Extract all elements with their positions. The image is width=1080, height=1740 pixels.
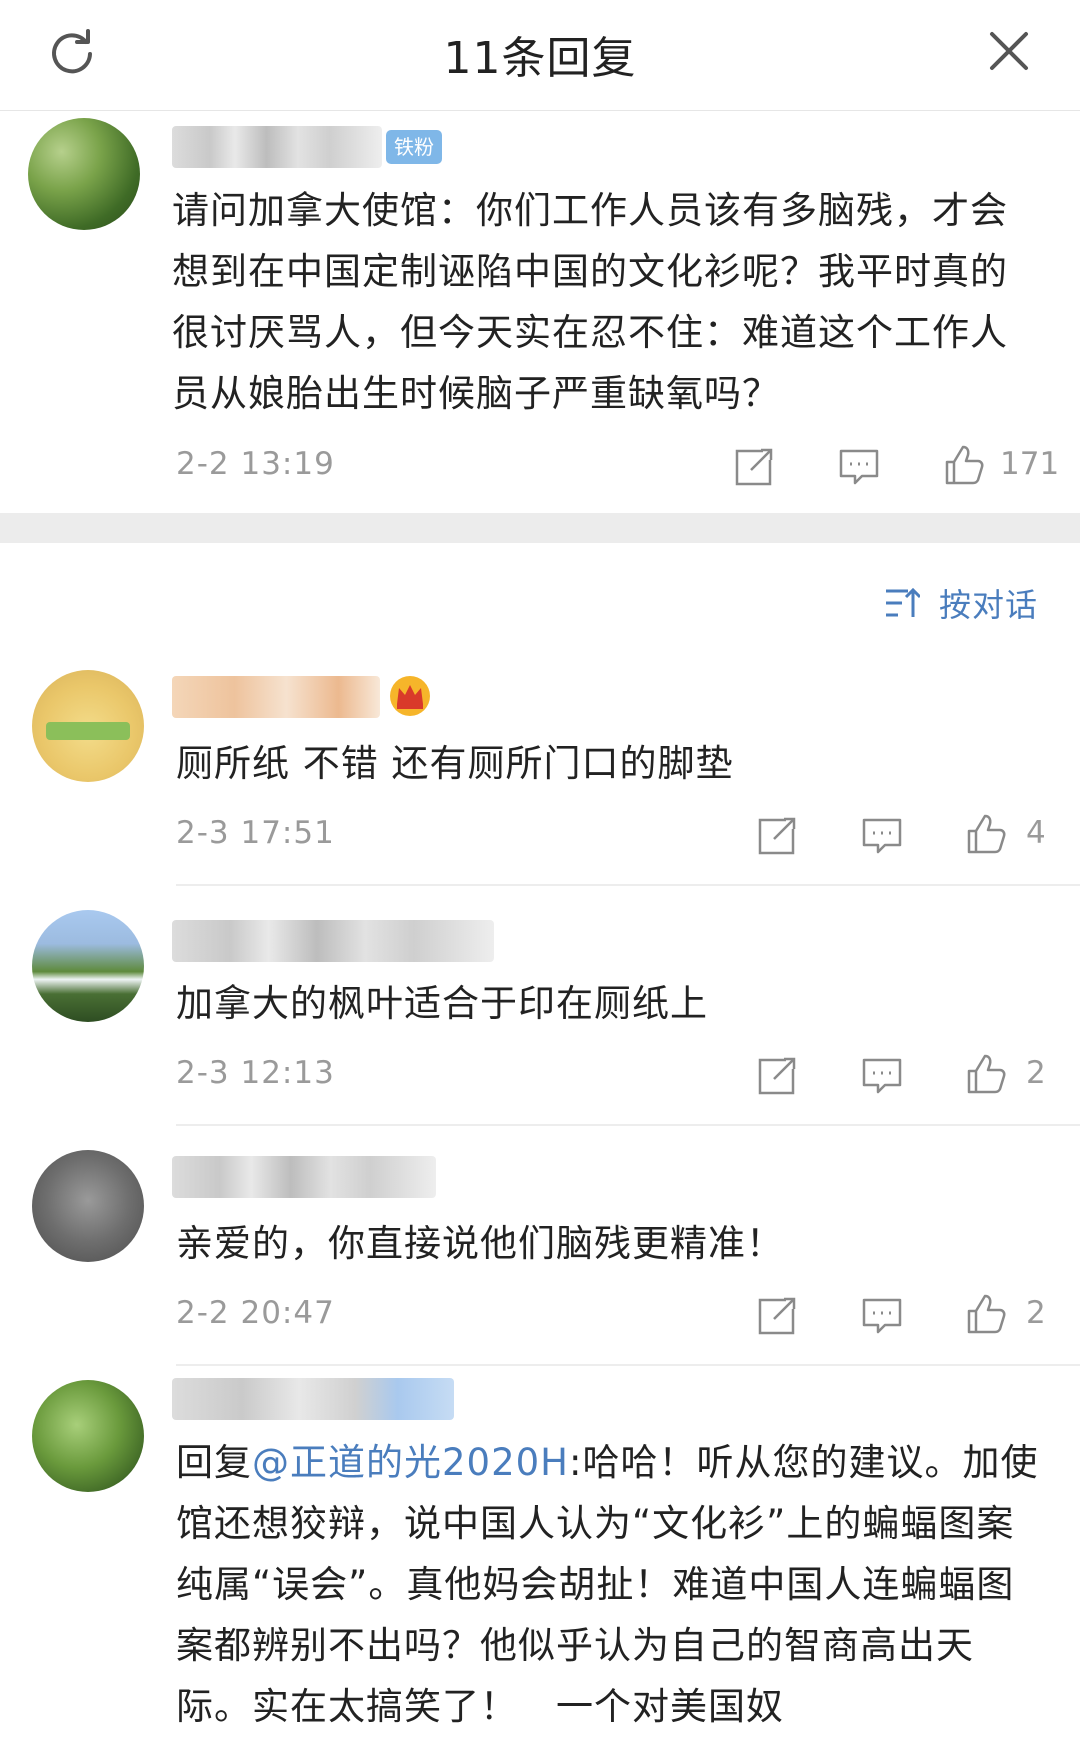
reply-text: 厕所纸 不错 还有厕所门口的脚垫 [176, 742, 734, 785]
crown-icon [390, 676, 430, 716]
reply-text: 回复@正道的光2020H:哈哈！听从您的建议。加使馆还想狡辩，说中国人认为“文化… [176, 1432, 1046, 1737]
divider [176, 884, 1080, 886]
like-count: 2 [1026, 1295, 1046, 1331]
like-icon[interactable] [965, 1293, 1007, 1335]
comment-icon[interactable] [838, 446, 880, 488]
username-blurred[interactable] [172, 126, 382, 168]
close-icon[interactable] [988, 30, 1030, 72]
username-blurred[interactable] [172, 676, 380, 718]
main-comment-text: 请问加拿大使馆：你们工作人员该有多脑残，才会想到在中国定制诬陷中国的文化衫呢？我… [172, 189, 1008, 415]
like-icon[interactable] [965, 813, 1007, 855]
avatar[interactable] [32, 670, 144, 782]
comment-icon[interactable] [861, 815, 903, 857]
main-comment-time: 2-2 13:19 [176, 446, 335, 482]
reply-text: 亲爱的，你直接说他们脑残更精准！ [176, 1222, 784, 1265]
reply-body: :哈哈！听从您的建议。加使馆还想狡辩，说中国人认为“文化衫”上的蝙蝠图案纯属“误… [176, 1441, 1039, 1728]
username-blurred[interactable] [172, 1378, 454, 1420]
avatar[interactable] [28, 118, 140, 230]
username-blurred[interactable] [172, 920, 494, 962]
reply-time: 2-2 20:47 [176, 1295, 335, 1331]
avatar[interactable] [32, 910, 144, 1022]
divider [176, 1124, 1080, 1126]
share-icon[interactable] [733, 446, 775, 488]
comment-icon[interactable] [861, 1295, 903, 1337]
like-icon[interactable] [965, 1053, 1007, 1095]
comment-icon[interactable] [861, 1055, 903, 1097]
share-icon[interactable] [756, 1055, 798, 1097]
section-separator [0, 513, 1080, 543]
like-count: 4 [1026, 815, 1046, 851]
divider [176, 1364, 1080, 1366]
reply-prefix: 回复 [176, 1441, 252, 1484]
share-icon[interactable] [756, 1295, 798, 1337]
reply-time: 2-3 12:13 [176, 1055, 335, 1091]
header: 11条回复 [0, 0, 1080, 111]
sort-button[interactable]: 按对话 [884, 580, 1038, 624]
page-title: 11条回复 [443, 33, 637, 84]
avatar[interactable] [32, 1150, 144, 1262]
reply-time: 2-3 17:51 [176, 815, 335, 851]
sort-label: 按对话 [938, 586, 1038, 624]
like-count: 171 [1000, 446, 1060, 482]
share-icon[interactable] [756, 815, 798, 857]
mention-link[interactable]: @正道的光2020H [252, 1441, 569, 1484]
avatar[interactable] [32, 1380, 144, 1492]
fan-badge: 铁粉 [386, 130, 442, 164]
like-count: 2 [1026, 1055, 1046, 1091]
username-blurred[interactable] [172, 1156, 436, 1198]
like-icon[interactable] [943, 444, 985, 486]
sort-icon [885, 587, 921, 617]
reply-text: 加拿大的枫叶适合于印在厕纸上 [176, 982, 708, 1025]
